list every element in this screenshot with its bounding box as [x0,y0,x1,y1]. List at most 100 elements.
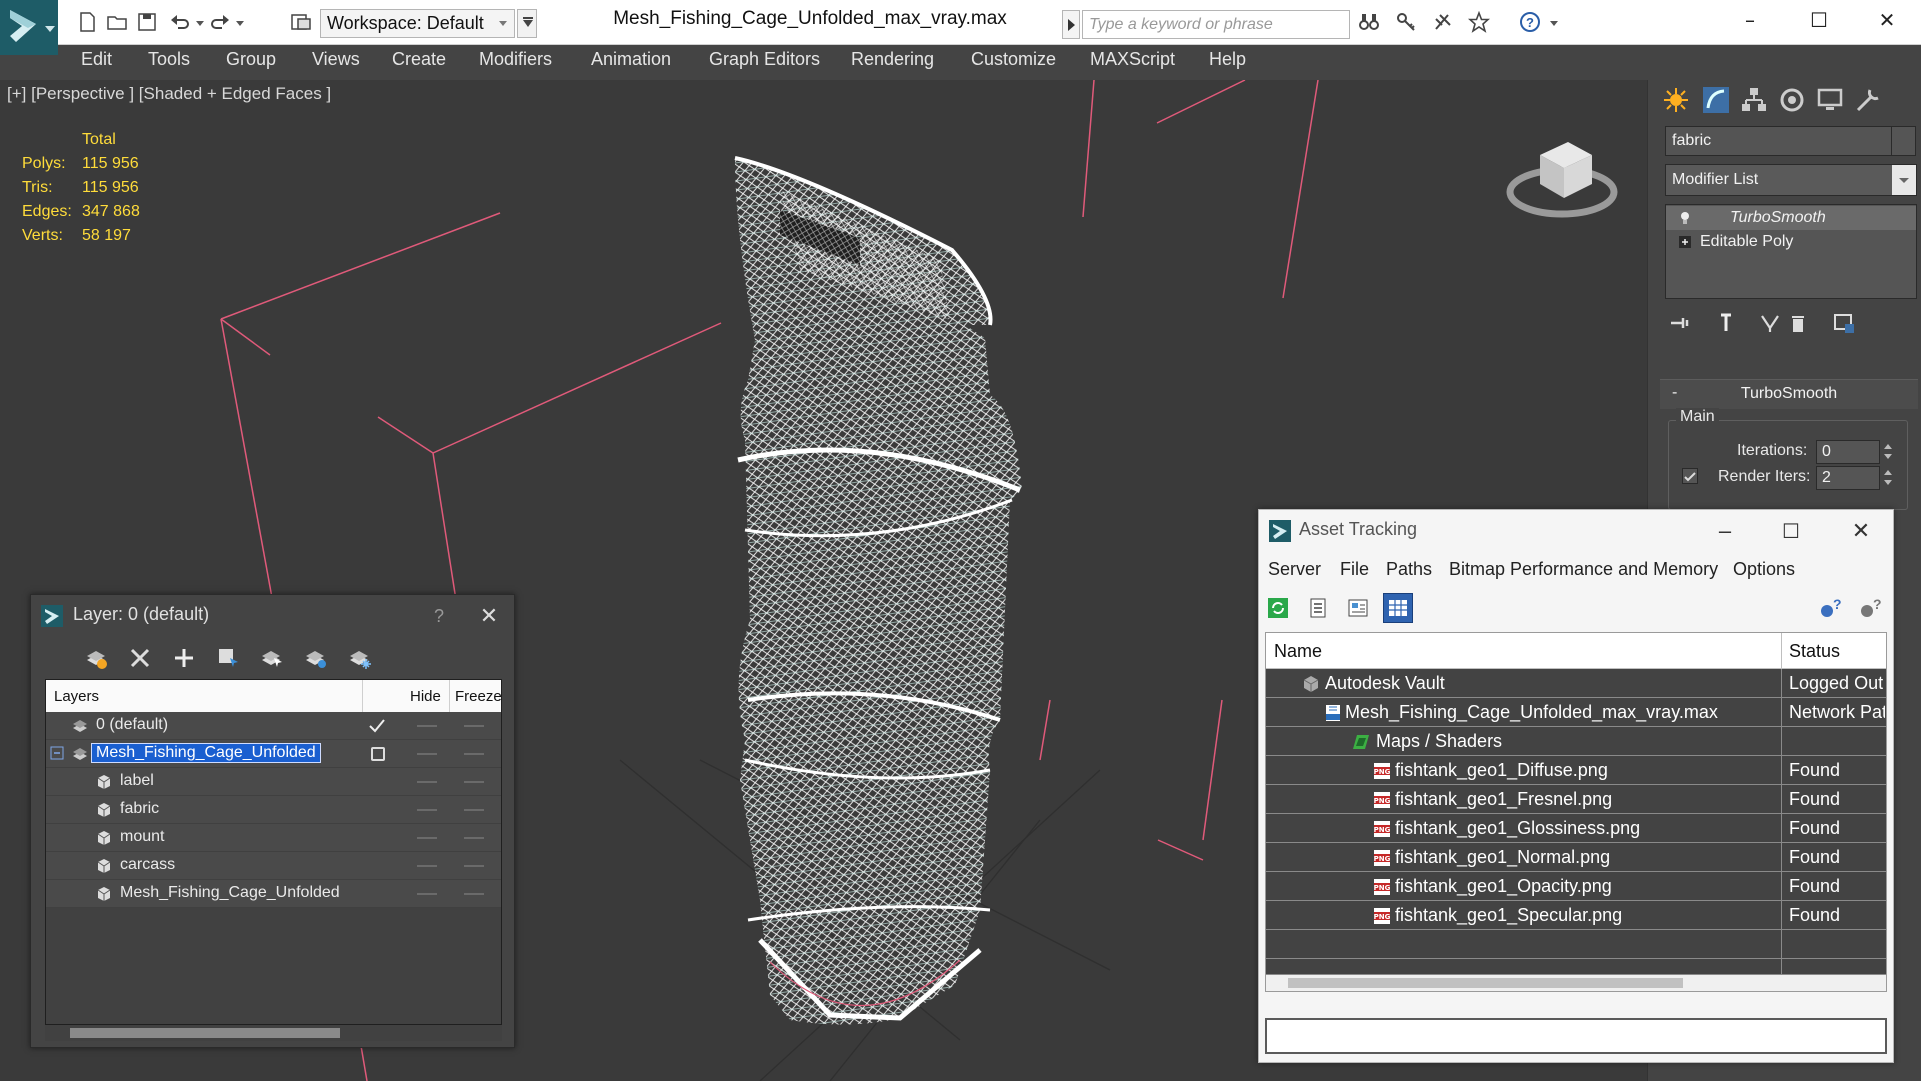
hide-all-layers-icon[interactable] [303,645,329,671]
asset-row[interactable]: Maps / Shaders [1266,727,1886,756]
collapse-minus-icon[interactable] [50,746,66,762]
hide-toggle[interactable] [417,781,437,783]
hide-toggle[interactable] [417,893,437,895]
menu-create[interactable]: Create [392,49,446,70]
scrollbar-thumb[interactable] [70,1028,340,1038]
column-hide[interactable]: Hide [410,688,441,705]
remove-modifier-icon[interactable] [1785,310,1811,336]
pin-stack-icon[interactable] [1667,310,1693,336]
column-name[interactable]: Name [1274,641,1322,662]
asset-row[interactable]: PNG fishtank_geo1_Normal.png Found [1266,843,1886,872]
app-menu-button[interactable] [0,0,58,55]
workspace-dropdown[interactable]: Workspace: Default [320,9,515,38]
close-button[interactable]: ✕ [1852,0,1921,40]
turbosmooth-rollout-header[interactable]: - TurboSmooth [1660,379,1918,409]
menu-bitmap-performance[interactable]: Bitmap Performance and Memory [1449,559,1718,580]
subscription-icon[interactable] [1430,9,1456,35]
hide-toggle[interactable] [417,865,437,867]
viewport-label[interactable]: [+] [Perspective ] [Shaded + Edged Faces… [7,84,331,104]
spinner-arrows-icon[interactable] [1882,466,1894,490]
undo-dropdown-icon[interactable] [196,21,204,26]
make-unique-icon[interactable] [1757,310,1783,336]
freeze-toggle[interactable] [464,893,484,895]
asset-row[interactable]: PNG fishtank_geo1_Opacity.png Found [1266,872,1886,901]
menu-edit[interactable]: Edit [81,49,112,70]
object-name-field[interactable]: fabric [1665,126,1900,156]
freeze-toggle[interactable] [464,865,484,867]
search-expand-icon[interactable] [1062,10,1080,39]
menu-graph-editors[interactable]: Graph Editors [709,49,820,70]
freeze-toggle[interactable] [464,781,484,783]
object-color-swatch[interactable] [1891,126,1916,156]
motion-tab-icon[interactable] [1774,83,1810,117]
menu-maxscript[interactable]: MAXScript [1090,49,1175,70]
undo-icon[interactable] [167,9,193,35]
redo-icon[interactable] [207,9,233,35]
menu-views[interactable]: Views [312,49,360,70]
column-freeze[interactable]: Freeze [455,688,501,705]
customize-toolbar-icon[interactable] [517,9,537,38]
thumbnail-view-icon[interactable] [1343,593,1373,623]
binoculars-icon[interactable] [1356,9,1382,35]
object-row[interactable]: fabric [46,796,501,824]
utilities-tab-icon[interactable] [1850,83,1886,117]
freeze-toggle[interactable] [464,753,484,755]
table-view-icon[interactable] [1383,593,1413,623]
object-row[interactable]: Mesh_Fishing_Cage_Unfolded [46,880,501,908]
set-active-layer-icon[interactable] [371,747,385,761]
horizontal-scrollbar[interactable] [45,1025,502,1041]
freeze-toggle[interactable] [464,809,484,811]
fishing-cage-wireframe[interactable] [734,156,1022,1025]
lightbulb-icon[interactable] [1678,211,1692,225]
menu-options[interactable]: Options [1733,559,1795,580]
asset-row[interactable]: Mesh_Fishing_Cage_Unfolded_max_vray.max … [1266,698,1886,727]
hierarchy-tab-icon[interactable] [1736,83,1772,117]
menu-modifiers[interactable]: Modifiers [479,49,552,70]
modifier-list-dropdown[interactable]: Modifier List [1665,164,1917,196]
render-iters-checkbox[interactable] [1682,468,1698,484]
asset-row[interactable]: Autodesk Vault Logged Out ... [1266,669,1886,698]
menu-paths[interactable]: Paths [1386,559,1432,580]
menu-file[interactable]: File [1340,559,1369,580]
dialog-header[interactable]: Layer: 0 (default) ? ✕ [31,595,514,637]
menu-animation[interactable]: Animation [591,49,671,70]
list-view-icon[interactable] [1303,593,1333,623]
hide-toggle[interactable] [417,753,437,755]
highlight-layer-icon[interactable] [259,645,285,671]
hide-toggle[interactable] [417,725,437,727]
freeze-all-layers-icon[interactable] [347,645,373,671]
expand-plus-icon[interactable] [1678,235,1692,249]
delete-layer-icon[interactable] [127,645,153,671]
open-folder-icon[interactable] [104,9,130,35]
menu-customize[interactable]: Customize [971,49,1056,70]
redo-dropdown-icon[interactable] [236,21,244,26]
modify-tab-icon[interactable] [1698,83,1734,117]
object-row[interactable]: mount [46,824,501,852]
object-row[interactable]: carcass [46,852,501,880]
column-status[interactable]: Status [1789,641,1840,662]
render-iters-spinner[interactable]: 2 [1816,466,1880,490]
hide-toggle[interactable] [417,809,437,811]
new-file-icon[interactable] [74,9,100,35]
viewcube-icon[interactable] [1500,120,1620,230]
asset-row[interactable]: PNG fishtank_geo1_Specular.png Found [1266,901,1886,930]
help-button[interactable]: ? [421,601,457,631]
close-button[interactable]: ✕ [471,601,507,631]
asset-row[interactable]: PNG fishtank_geo1_Fresnel.png Found [1266,785,1886,814]
show-end-result-icon[interactable] [1713,310,1739,336]
menu-group[interactable]: Group [226,49,276,70]
select-in-layer-icon[interactable] [215,645,241,671]
object-row[interactable]: label [46,768,501,796]
help-dropdown-icon[interactable] [1550,21,1558,26]
minimize-button[interactable]: – [1715,0,1785,40]
stack-item-editable-poly[interactable]: Editable Poly [1666,230,1916,254]
help-icon[interactable]: ? [1517,9,1543,35]
save-icon[interactable] [134,9,160,35]
layer-row[interactable]: 0 (default) [46,712,501,740]
layer-row-selected[interactable]: Mesh_Fishing_Cage_Unfolded [46,740,501,768]
menu-server[interactable]: Server [1268,559,1321,580]
create-tab-icon[interactable] [1658,83,1694,117]
horizontal-scrollbar[interactable] [1266,975,1886,991]
add-to-layer-icon[interactable] [171,645,197,671]
scrollbar-thumb[interactable] [1288,978,1683,988]
